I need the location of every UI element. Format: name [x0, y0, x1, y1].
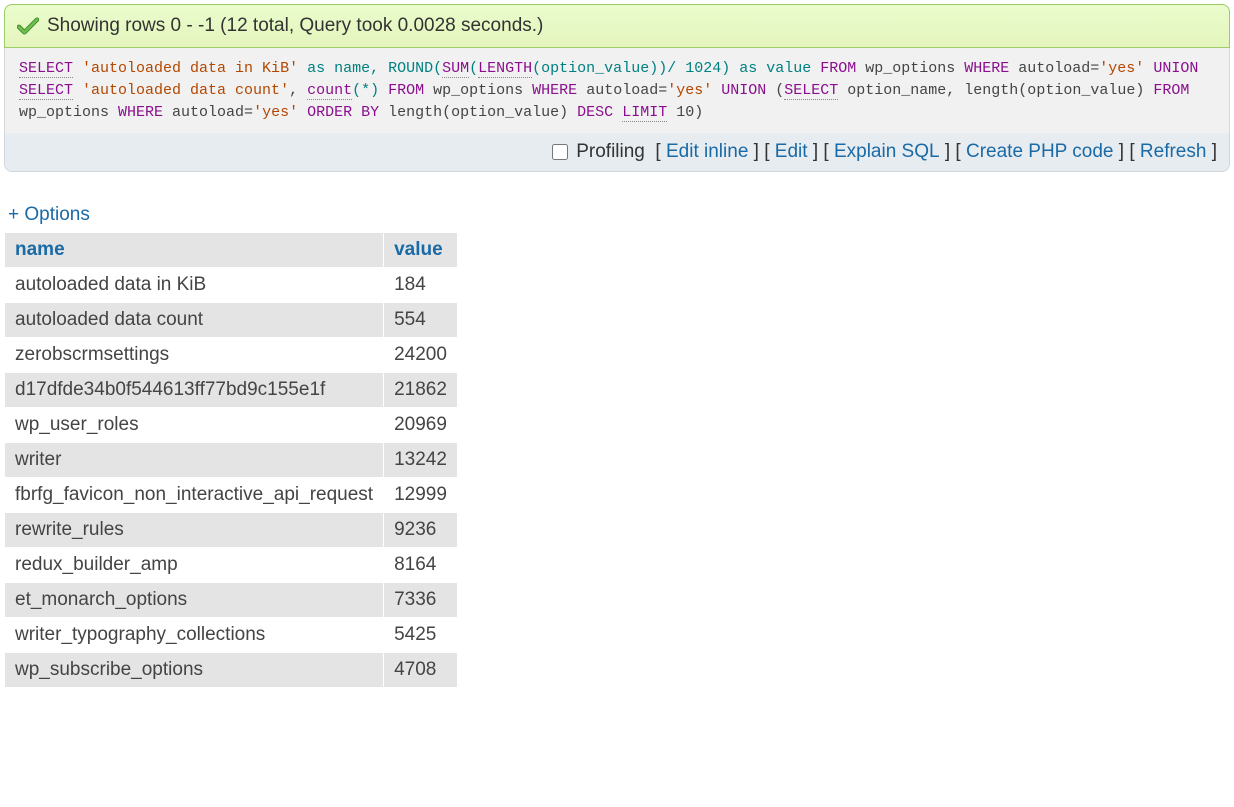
cell-name: writer [5, 443, 384, 478]
edit-link[interactable]: Edit [775, 141, 808, 162]
options-toggle[interactable]: + Options [8, 204, 90, 226]
refresh-link[interactable]: Refresh [1140, 141, 1207, 162]
success-message: Showing rows 0 - -1 (12 total, Query too… [4, 4, 1230, 48]
table-row[interactable]: et_monarch_options7336 [5, 583, 458, 618]
profiling-label: Profiling [576, 141, 645, 162]
table-row[interactable]: redux_builder_amp8164 [5, 548, 458, 583]
cell-value: 9236 [384, 513, 458, 548]
cell-value: 12999 [384, 478, 458, 513]
sql-action-bar: Profiling [ Edit inline ] [ Edit ] [ Exp… [4, 133, 1230, 172]
cell-name: autoloaded data count [5, 303, 384, 338]
cell-name: autoloaded data in KiB [5, 268, 384, 303]
cell-value: 13242 [384, 443, 458, 478]
cell-value: 21862 [384, 373, 458, 408]
cell-name: redux_builder_amp [5, 548, 384, 583]
cell-value: 8164 [384, 548, 458, 583]
cell-name: wp_user_roles [5, 408, 384, 443]
create-php-link[interactable]: Create PHP code [966, 141, 1114, 162]
success-text: Showing rows 0 - -1 (12 total, Query too… [47, 15, 543, 37]
explain-sql-link[interactable]: Explain SQL [834, 141, 940, 162]
results-table: name value autoloaded data in KiB184auto… [4, 232, 458, 688]
column-header-value[interactable]: value [384, 233, 458, 268]
cell-name: et_monarch_options [5, 583, 384, 618]
cell-name: wp_subscribe_options [5, 653, 384, 688]
profiling-checkbox[interactable] [552, 144, 568, 160]
cell-value: 184 [384, 268, 458, 303]
table-row[interactable]: writer_typography_collections5425 [5, 618, 458, 653]
cell-value: 5425 [384, 618, 458, 653]
cell-name: fbrfg_favicon_non_interactive_api_reques… [5, 478, 384, 513]
cell-name: zerobscrmsettings [5, 338, 384, 373]
edit-inline-link[interactable]: Edit inline [666, 141, 748, 162]
sql-query-display: SELECT 'autoloaded data in KiB' as name,… [4, 48, 1230, 133]
cell-value: 20969 [384, 408, 458, 443]
cell-value: 24200 [384, 338, 458, 373]
table-row[interactable]: rewrite_rules9236 [5, 513, 458, 548]
table-row[interactable]: wp_user_roles20969 [5, 408, 458, 443]
cell-name: writer_typography_collections [5, 618, 384, 653]
table-row[interactable]: wp_subscribe_options4708 [5, 653, 458, 688]
cell-value: 7336 [384, 583, 458, 618]
table-row[interactable]: autoloaded data in KiB184 [5, 268, 458, 303]
table-row[interactable]: fbrfg_favicon_non_interactive_api_reques… [5, 478, 458, 513]
table-row[interactable]: d17dfde34b0f544613ff77bd9c155e1f21862 [5, 373, 458, 408]
table-row[interactable]: zerobscrmsettings24200 [5, 338, 458, 373]
cell-value: 554 [384, 303, 458, 338]
cell-name: d17dfde34b0f544613ff77bd9c155e1f [5, 373, 384, 408]
column-header-name[interactable]: name [5, 233, 384, 268]
table-row[interactable]: writer13242 [5, 443, 458, 478]
success-icon [17, 17, 39, 35]
cell-name: rewrite_rules [5, 513, 384, 548]
table-row[interactable]: autoloaded data count554 [5, 303, 458, 338]
cell-value: 4708 [384, 653, 458, 688]
